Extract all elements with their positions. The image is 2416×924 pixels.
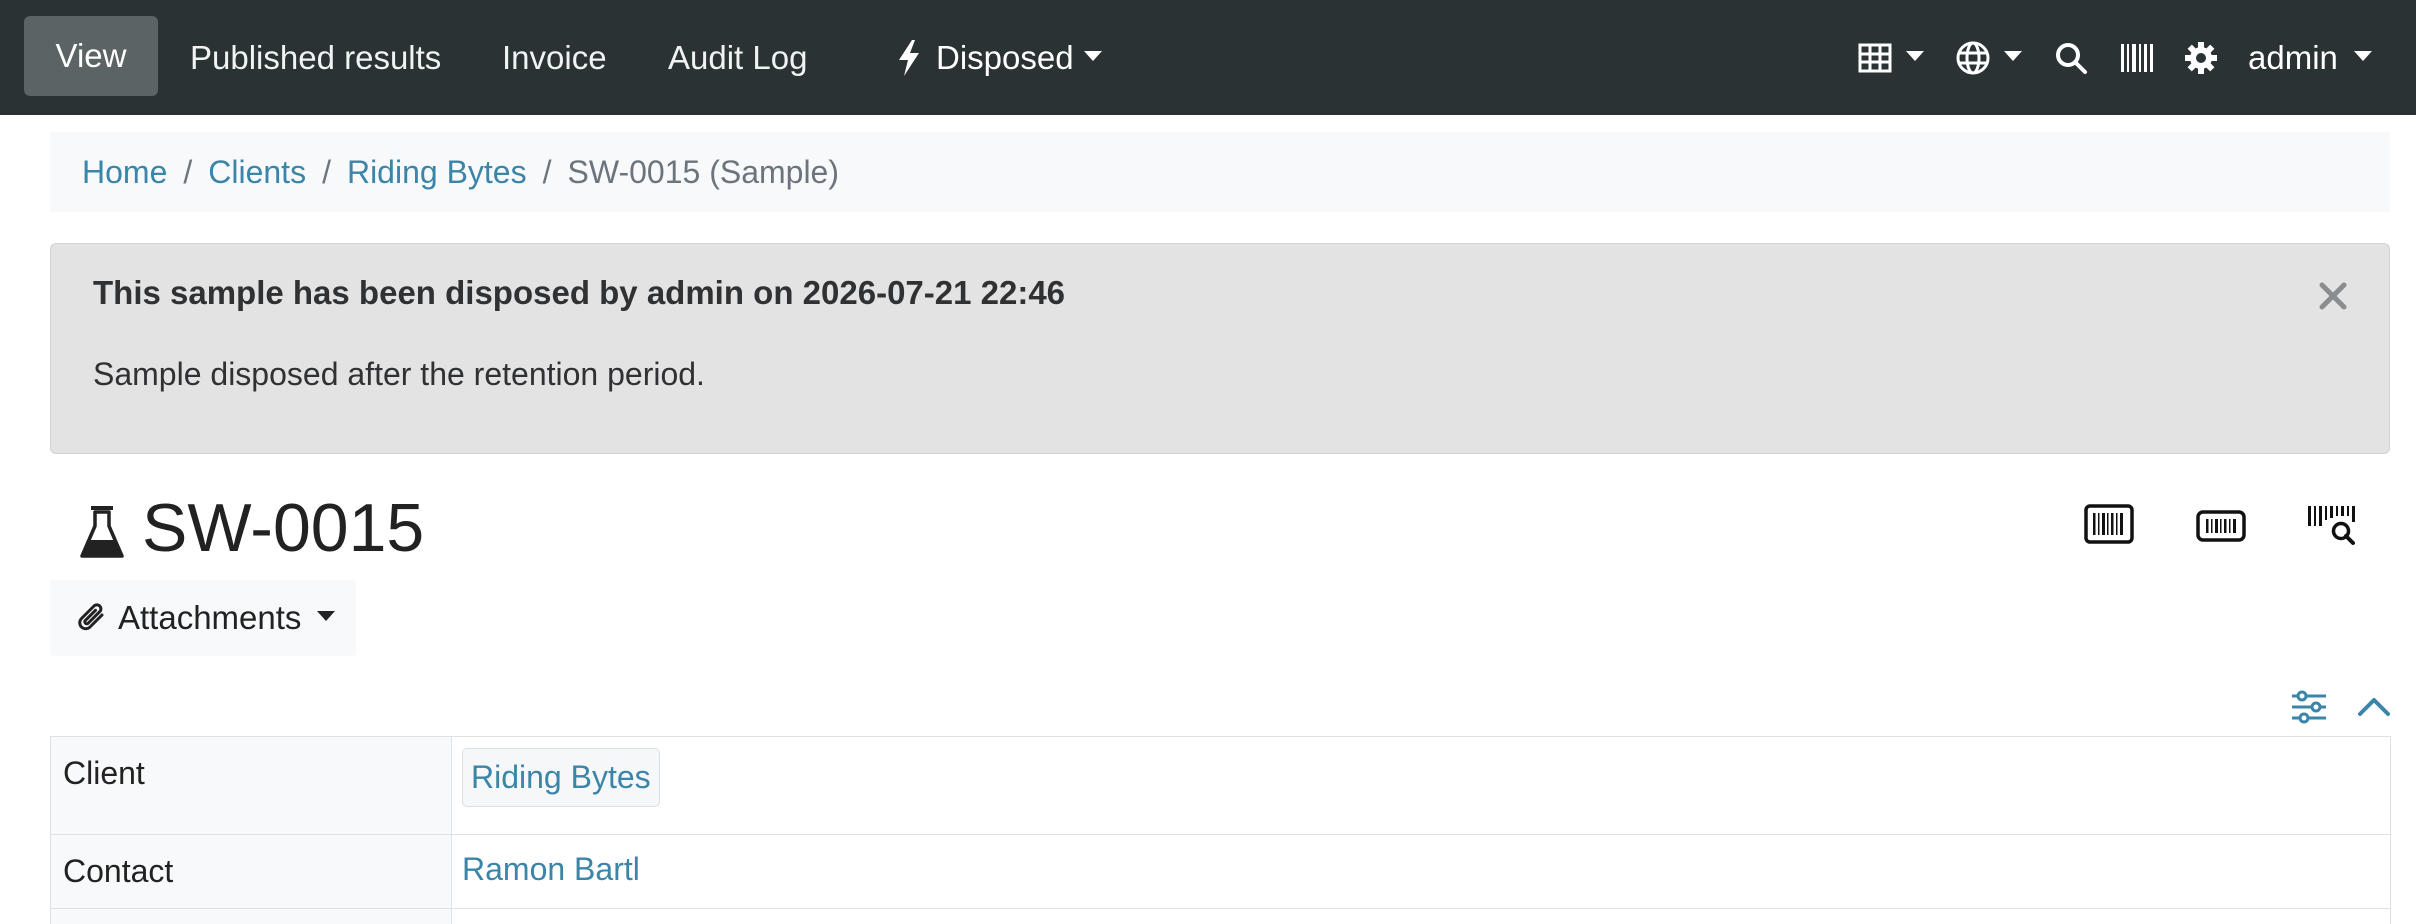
search-icon bbox=[2056, 42, 2087, 74]
state-dropdown[interactable]: Disposed bbox=[896, 0, 1102, 115]
barcode-icon bbox=[2121, 43, 2153, 72]
breadcrumb-clients[interactable]: Clients bbox=[208, 154, 306, 191]
barcode-sticker-icon[interactable] bbox=[2084, 504, 2134, 544]
sample-id: SW-0015 bbox=[142, 490, 425, 566]
grid-icon bbox=[1858, 43, 1892, 72]
user-menu[interactable]: admin bbox=[2248, 0, 2372, 115]
barcode-label-icon[interactable] bbox=[2196, 508, 2246, 544]
attachments-label: Attachments bbox=[118, 599, 302, 636]
user-name: admin bbox=[2248, 38, 2338, 76]
chevron-up-icon[interactable] bbox=[2356, 690, 2392, 724]
sample-fields-table: Client Riding Bytes Contact Ramon Bartl bbox=[50, 736, 2391, 924]
field-label bbox=[50, 908, 452, 924]
grid-menu[interactable] bbox=[1858, 0, 1924, 115]
top-navbar: View Published results Invoice Audit Log… bbox=[0, 0, 2416, 115]
field-label: Client bbox=[50, 736, 452, 835]
disposed-alert: This sample has been disposed by admin o… bbox=[50, 243, 2390, 454]
field-value bbox=[451, 908, 2391, 924]
breadcrumb-separator: / bbox=[183, 153, 193, 190]
table-row bbox=[50, 908, 2391, 924]
close-icon[interactable] bbox=[2315, 278, 2351, 314]
breadcrumb-client[interactable]: Riding Bytes bbox=[347, 154, 527, 191]
nav-audit-log[interactable]: Audit Log bbox=[668, 0, 807, 115]
contact-link[interactable]: Ramon Bartl bbox=[462, 851, 640, 887]
attachments-dropdown[interactable]: Attachments bbox=[50, 580, 356, 656]
sliders-icon[interactable] bbox=[2290, 690, 2328, 724]
client-link[interactable]: Riding Bytes bbox=[462, 748, 660, 807]
table-row: Client Riding Bytes bbox=[50, 736, 2391, 835]
nav-view[interactable]: View bbox=[24, 16, 158, 96]
settings-button[interactable] bbox=[2184, 0, 2218, 115]
breadcrumb-separator: / bbox=[322, 153, 331, 190]
chevron-down-icon bbox=[1906, 50, 1924, 61]
breadcrumb: Home / Clients / Riding Bytes / SW-0015 … bbox=[50, 132, 2390, 212]
alert-message: Sample disposed after the retention peri… bbox=[93, 356, 705, 392]
field-value: Riding Bytes bbox=[451, 736, 2391, 835]
breadcrumb-separator: / bbox=[542, 153, 552, 190]
breadcrumb-current: SW-0015 (Sample) bbox=[567, 153, 839, 190]
search-button[interactable] bbox=[2054, 0, 2088, 115]
globe-icon bbox=[1956, 41, 1990, 74]
field-value: Ramon Bartl bbox=[451, 834, 2391, 909]
state-label: Disposed bbox=[936, 38, 1074, 76]
barcode-button[interactable] bbox=[2120, 0, 2154, 115]
alert-title: This sample has been disposed by admin o… bbox=[93, 274, 1066, 311]
barcode-search-icon[interactable] bbox=[2306, 504, 2358, 546]
flask-icon bbox=[80, 506, 124, 558]
field-label: Contact bbox=[50, 834, 452, 909]
chevron-down-icon bbox=[317, 611, 336, 621]
chevron-down-icon bbox=[2353, 50, 2372, 61]
paperclip-icon bbox=[78, 603, 104, 631]
nav-invoice[interactable]: Invoice bbox=[502, 0, 607, 115]
table-row: Contact Ramon Bartl bbox=[50, 834, 2391, 909]
nav-published-results[interactable]: Published results bbox=[190, 0, 441, 115]
page-title: SW-0015 bbox=[80, 488, 424, 568]
chevron-down-icon bbox=[1083, 50, 1102, 61]
chevron-down-icon bbox=[2004, 50, 2022, 61]
bolt-icon bbox=[899, 39, 919, 76]
language-menu[interactable] bbox=[1956, 0, 2022, 115]
gear-icon bbox=[2185, 41, 2217, 74]
breadcrumb-home[interactable]: Home bbox=[82, 154, 167, 191]
